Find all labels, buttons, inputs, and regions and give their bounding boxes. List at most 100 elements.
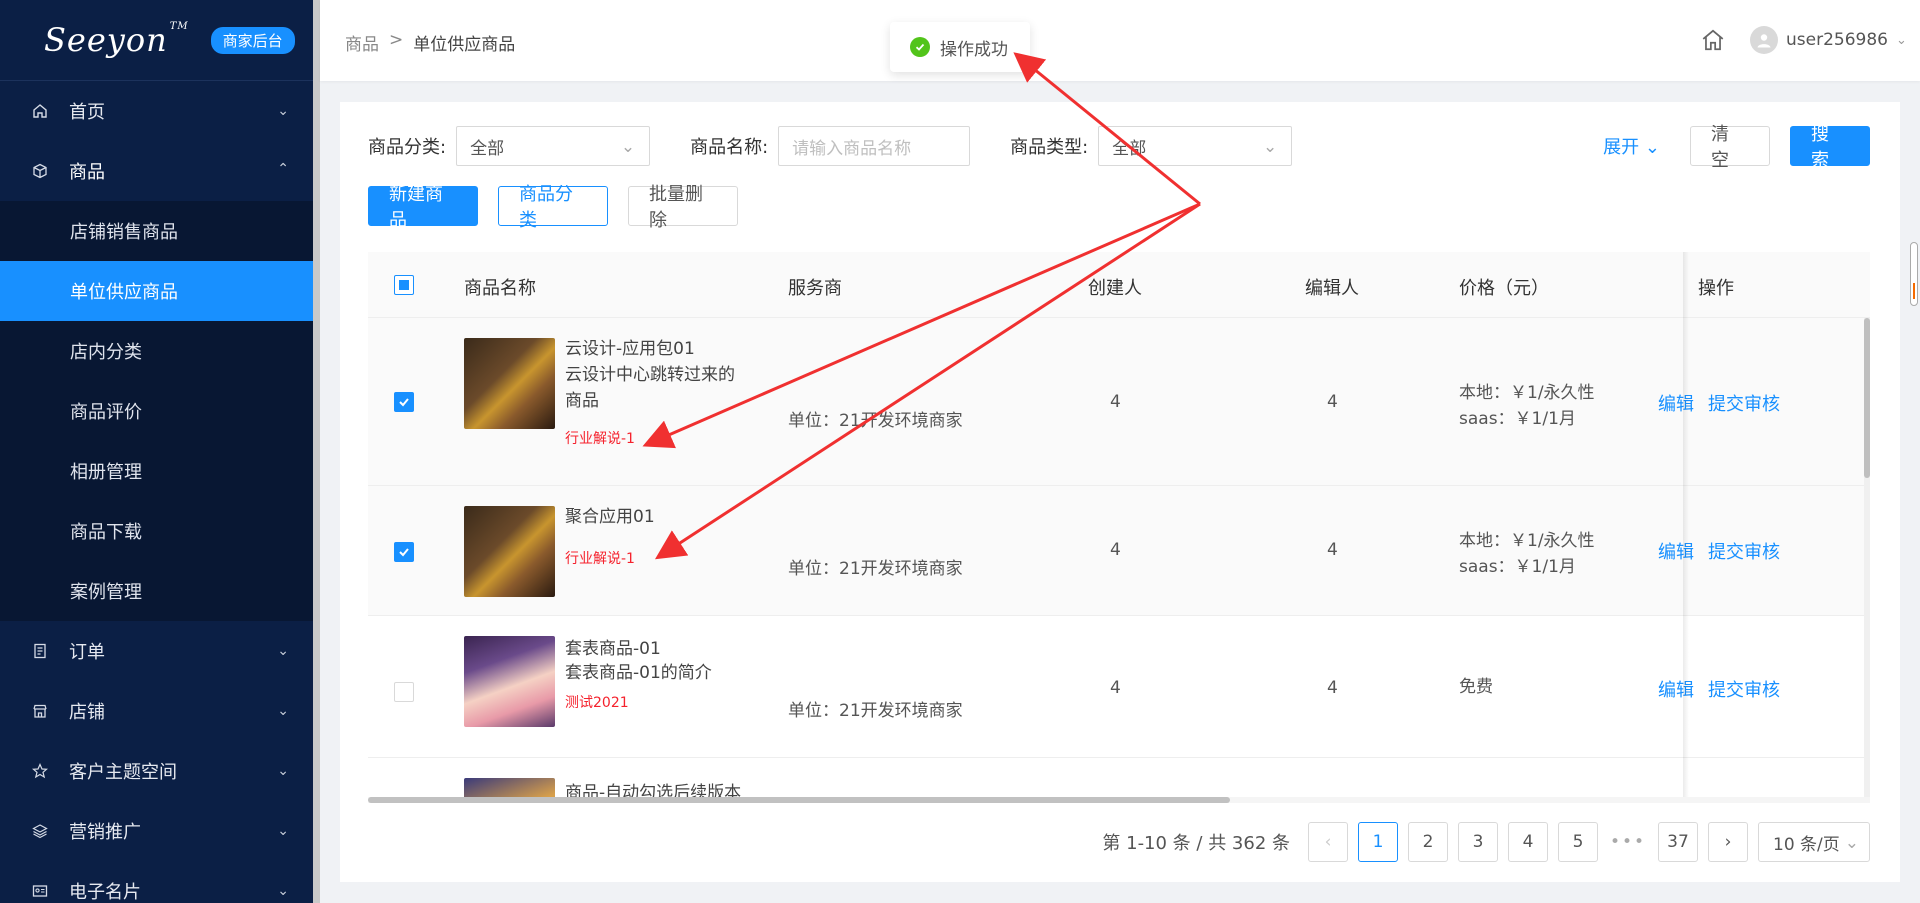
- home-icon: [30, 101, 50, 121]
- sidebar-item-business-card[interactable]: 电子名片 ⌄: [0, 861, 313, 903]
- seeyon-logo: Seeyon TM: [44, 21, 189, 59]
- column-header-provider: 服务商: [788, 278, 842, 299]
- chevron-down-icon: ⌄: [277, 703, 289, 719]
- chevron-down-icon: ⌄: [1844, 833, 1859, 853]
- sidebar-item-goods[interactable]: 商品 ⌃: [0, 141, 313, 201]
- home-icon[interactable]: [1700, 27, 1726, 58]
- page-button-2[interactable]: 2: [1408, 822, 1448, 862]
- toolbar: 新建商品 商品分类 批量删除: [368, 184, 738, 231]
- sidebar-item-marketing[interactable]: 营销推广 ⌄: [0, 801, 313, 861]
- layers-icon: [30, 821, 50, 841]
- submenu-store-category[interactable]: 店内分类: [0, 321, 313, 381]
- sidebar-scrollbar[interactable]: [313, 0, 320, 903]
- page-size-select[interactable]: 10 条/页 ⌄: [1758, 822, 1870, 862]
- store-icon: [30, 701, 50, 721]
- chevron-down-icon: ⌄: [1895, 32, 1907, 48]
- submenu-reviews[interactable]: 商品评价: [0, 381, 313, 441]
- product-thumbnail: [464, 338, 555, 429]
- chevron-down-icon: ⌄: [1262, 137, 1278, 157]
- fixed-column-shadow: [1683, 252, 1689, 797]
- name-search-input[interactable]: 请输入商品名称: [778, 126, 971, 166]
- top-header: 商品 > 单位供应商品 user256986 ⌄: [320, 0, 1920, 81]
- new-goods-button[interactable]: 新建商品: [368, 184, 478, 231]
- product-tag: 行业解说-1: [565, 551, 635, 567]
- submenu-download[interactable]: 商品下载: [0, 501, 313, 561]
- breadcrumb-root[interactable]: 商品: [345, 30, 379, 55]
- logo-area: Seeyon TM 商家后台: [0, 0, 313, 81]
- submit-review-link[interactable]: 提交审核: [1708, 676, 1780, 702]
- clear-button[interactable]: 清 空: [1690, 124, 1770, 171]
- star-icon: [30, 761, 50, 781]
- submit-review-link[interactable]: 提交审核: [1708, 390, 1780, 416]
- goods-submenu: 店铺销售商品 单位供应商品 店内分类 商品评价 相册管理 商品下载 案例管理: [0, 201, 313, 621]
- page-button-last[interactable]: 37: [1658, 822, 1698, 862]
- merchant-badge: 商家后台: [210, 26, 295, 54]
- next-page-button[interactable]: ›: [1708, 822, 1748, 862]
- table-row: 套表商品-01 套表商品-01的简介 测试2021 单位：21开发环境商家 4 …: [368, 616, 1870, 758]
- creator-cell: 4: [1110, 540, 1121, 560]
- page-scrollbar[interactable]: [1910, 242, 1918, 306]
- product-name: 云设计-应用包01: [565, 339, 695, 359]
- card-icon: [30, 881, 50, 901]
- table-vertical-scrollbar[interactable]: [1864, 318, 1870, 798]
- row-checkbox[interactable]: [394, 542, 414, 562]
- scrollbar-thumb[interactable]: [368, 797, 1230, 803]
- page-button-3[interactable]: 3: [1458, 822, 1498, 862]
- username: user256986: [1786, 30, 1888, 50]
- page-button-5[interactable]: 5: [1558, 822, 1598, 862]
- editor-cell: 4: [1327, 540, 1338, 560]
- pagination: 第 1-10 条 / 共 362 条 ‹ 1 2 3 4 5 ••• 37 › …: [1102, 822, 1870, 862]
- sidebar-item-store[interactable]: 店铺 ⌄: [0, 681, 313, 741]
- chevron-down-icon: ⌄: [277, 823, 289, 839]
- goods-category-button[interactable]: 商品分类: [498, 184, 608, 231]
- product-description: 套表商品-01的简介: [565, 663, 712, 683]
- submenu-album[interactable]: 相册管理: [0, 441, 313, 501]
- chevron-down-icon: ⌄: [620, 137, 636, 157]
- sidebar-menu: 首页 ⌄ 商品 ⌃ 店铺销售商品 单位供应商品 店内分类 商品评价 相册管理 商…: [0, 81, 313, 903]
- search-button[interactable]: 搜 索: [1790, 124, 1870, 171]
- sidebar-item-customer-space[interactable]: 客户主题空间 ⌄: [0, 741, 313, 801]
- product-description: 云设计中心跳转过来的商品: [565, 365, 735, 411]
- order-icon: [30, 641, 50, 661]
- column-header-price: 价格（元）: [1459, 278, 1549, 299]
- row-checkbox[interactable]: [394, 682, 414, 702]
- submit-review-link[interactable]: 提交审核: [1708, 538, 1780, 564]
- batch-delete-button[interactable]: 批量删除: [628, 184, 738, 231]
- filter-bar: 商品分类: 全部 ⌄ 商品名称: 请输入商品名称 商品类型: 全部 ⌄: [368, 126, 1293, 166]
- scrollbar-thumb[interactable]: [1864, 318, 1870, 478]
- column-header-creator: 创建人: [1088, 278, 1142, 299]
- breadcrumb: 商品 > 单位供应商品: [345, 30, 515, 55]
- product-name: 商品-自动勾选后续版本: [565, 783, 742, 797]
- type-select[interactable]: 全部 ⌄: [1098, 126, 1293, 166]
- user-menu[interactable]: user256986 ⌄: [1750, 26, 1907, 54]
- toast-text: 操作成功: [940, 39, 1008, 60]
- expand-toggle[interactable]: 展开 ⌄: [1603, 133, 1660, 159]
- submenu-unit-supply[interactable]: 单位供应商品: [0, 261, 313, 321]
- page-button-4[interactable]: 4: [1508, 822, 1548, 862]
- select-all-checkbox[interactable]: [394, 275, 414, 295]
- editor-cell: 4: [1327, 392, 1338, 412]
- submenu-cases[interactable]: 案例管理: [0, 561, 313, 621]
- breadcrumb-current: 单位供应商品: [413, 35, 516, 55]
- cube-icon: [30, 161, 50, 181]
- ellipsis-icon[interactable]: •••: [1608, 832, 1648, 852]
- product-tag: 测试2021: [565, 695, 629, 711]
- column-header-name: 商品名称: [464, 278, 536, 299]
- page-button-1[interactable]: 1: [1358, 822, 1398, 862]
- type-filter-label: 商品类型:: [1010, 137, 1089, 158]
- table-horizontal-scrollbar[interactable]: [368, 797, 1870, 803]
- editor-cell: 4: [1327, 678, 1338, 698]
- sidebar-item-orders[interactable]: 订单 ⌄: [0, 621, 313, 681]
- goods-table: 商品名称 服务商 创建人 编辑人 价格（元） 操作 云设计-应用包01 云设计中…: [368, 252, 1870, 797]
- price-cell: 本地：￥1/永久性 saas：￥1/1月: [1459, 383, 1595, 429]
- submenu-store-sales[interactable]: 店铺销售商品: [0, 201, 313, 261]
- row-checkbox[interactable]: [394, 392, 414, 412]
- sidebar-item-home[interactable]: 首页 ⌄: [0, 81, 313, 141]
- creator-cell: 4: [1110, 392, 1121, 412]
- category-select[interactable]: 全部 ⌄: [456, 126, 651, 166]
- filter-actions: 展开 ⌄ 清 空 搜 索: [1603, 124, 1870, 171]
- price-cell: 免费: [1459, 677, 1493, 697]
- chevron-down-icon: ⌄: [1644, 137, 1660, 158]
- prev-page-button[interactable]: ‹: [1308, 822, 1348, 862]
- chevron-down-icon: ⌄: [277, 643, 289, 659]
